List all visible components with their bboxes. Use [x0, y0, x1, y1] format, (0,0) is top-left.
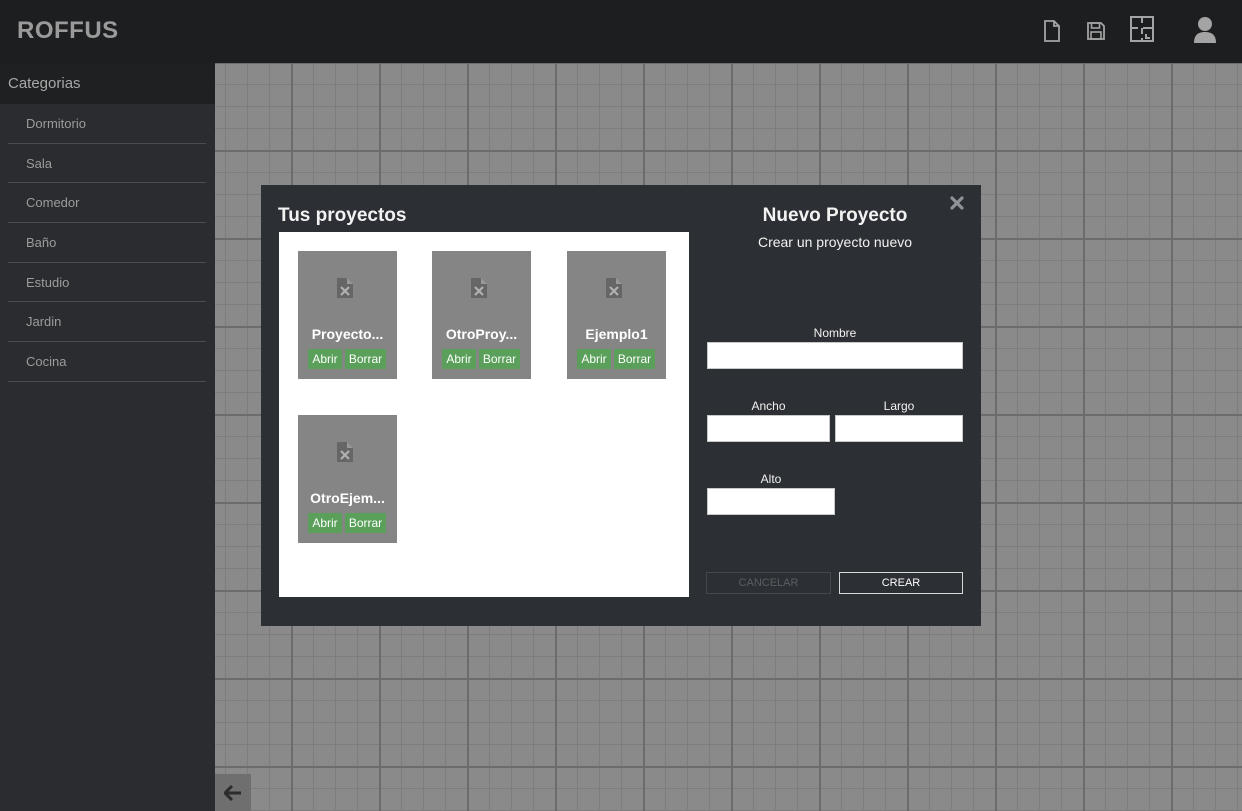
new-project-subtitle: Crear un proyecto nuevo [757, 234, 913, 250]
width-field[interactable] [707, 415, 830, 442]
height-label: Alto [760, 472, 782, 486]
project-card: Proyecto... Abrir Borrar [298, 251, 397, 379]
length-field[interactable] [835, 415, 963, 442]
sidebar-item-sala[interactable]: Sala [8, 144, 206, 184]
sidebar-item-bano[interactable]: Baño [8, 223, 206, 263]
open-project-button[interactable]: Abrir [442, 349, 476, 369]
name-field[interactable] [707, 342, 963, 369]
delete-project-button[interactable]: Borrar [345, 513, 386, 533]
category-list: Dormitorio Sala Comedor Baño Estudio Jar… [0, 104, 215, 382]
arrow-left-icon [224, 784, 241, 801]
cancel-button[interactable]: CANCELAR [706, 572, 831, 594]
projects-list: Proyecto... Abrir Borrar OtroProy... Abr… [279, 232, 689, 597]
sidebar: Categorias Dormitorio Sala Comedor Baño … [0, 63, 215, 811]
projects-title: Tus proyectos [278, 205, 407, 226]
save-icon[interactable] [1086, 18, 1106, 44]
height-field[interactable] [707, 488, 835, 515]
open-project-button[interactable]: Abrir [308, 349, 342, 369]
broken-file-icon [336, 277, 354, 304]
delete-project-button[interactable]: Borrar [479, 349, 520, 369]
project-name: Ejemplo1 [585, 326, 648, 342]
new-project-title: Nuevo Proyecto [762, 205, 908, 226]
project-card: Ejemplo1 Abrir Borrar [567, 251, 666, 379]
create-button[interactable]: CREAR [839, 572, 963, 594]
width-label: Ancho [751, 399, 786, 413]
length-label: Largo [883, 399, 915, 413]
projects-modal: Tus proyectos Proyecto... Abrir Borrar O… [261, 185, 981, 626]
sidebar-item-jardin[interactable]: Jardin [8, 302, 206, 343]
delete-project-button[interactable]: Borrar [345, 349, 386, 369]
sidebar-item-dormitorio[interactable]: Dormitorio [8, 104, 206, 144]
delete-project-button[interactable]: Borrar [614, 349, 655, 369]
project-name: Proyecto... [311, 326, 384, 342]
sidebar-header: Categorias [0, 63, 215, 104]
sidebar-item-cocina[interactable]: Cocina [8, 342, 206, 382]
open-project-button[interactable]: Abrir [308, 513, 342, 533]
broken-file-icon [470, 277, 488, 304]
floorplan-icon[interactable] [1129, 16, 1155, 42]
collapse-sidebar-button[interactable] [215, 774, 251, 811]
open-project-button[interactable]: Abrir [577, 349, 611, 369]
top-bar: ROFFUS [0, 0, 1242, 63]
user-icon[interactable] [1192, 17, 1218, 43]
project-card: OtroProy... Abrir Borrar [432, 251, 531, 379]
broken-file-icon [605, 277, 623, 304]
sidebar-item-estudio[interactable]: Estudio [8, 263, 206, 303]
sidebar-item-comedor[interactable]: Comedor [8, 183, 206, 224]
project-name: OtroEjem... [310, 490, 385, 506]
name-label: Nombre [813, 326, 857, 340]
project-name: OtroProy... [445, 326, 518, 342]
app-logo: ROFFUS [17, 17, 119, 44]
new-file-icon[interactable] [1042, 18, 1062, 44]
project-card: OtroEjem... Abrir Borrar [298, 415, 397, 543]
broken-file-icon [336, 441, 354, 468]
